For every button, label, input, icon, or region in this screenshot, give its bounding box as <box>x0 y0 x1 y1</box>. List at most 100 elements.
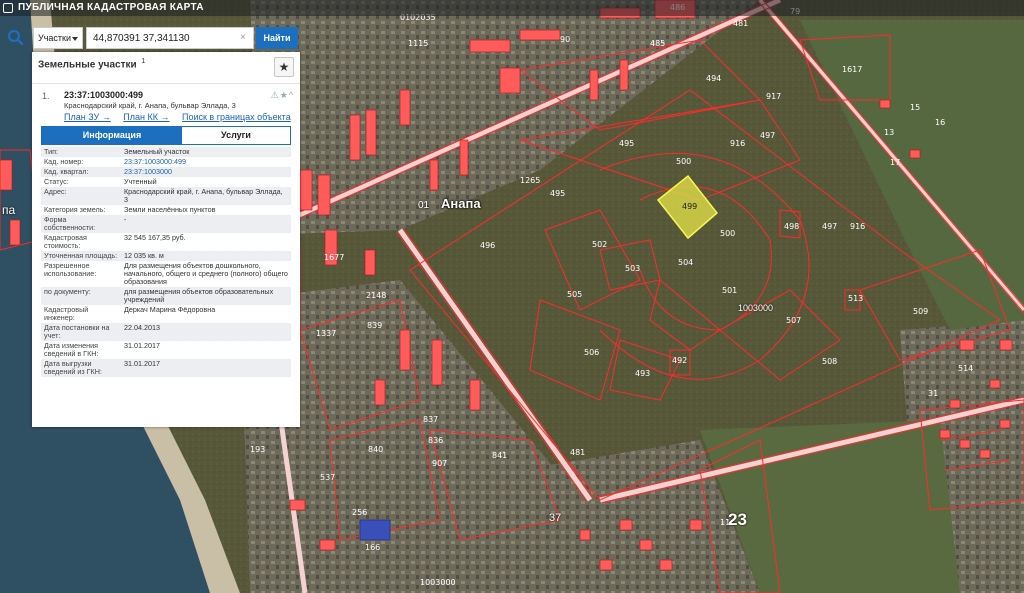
link-plan-zu[interactable]: План ЗУ → <box>64 112 111 122</box>
property-row: Форма собственности: - <box>41 215 291 233</box>
svg-text:907: 907 <box>432 459 447 468</box>
property-key: Уточненная площадь: <box>41 251 121 261</box>
property-row: Разрешенное использование: Для размещения… <box>41 261 291 287</box>
property-key: Форма собственности: <box>41 215 121 233</box>
svg-text:502: 502 <box>592 240 607 249</box>
property-value: Земельный участок <box>121 147 291 157</box>
svg-text:497: 497 <box>760 131 775 140</box>
svg-text:497: 497 <box>822 222 837 231</box>
svg-text:16: 16 <box>935 118 945 127</box>
svg-text:513: 513 <box>848 294 863 303</box>
link-plan-kk[interactable]: План КК → <box>123 112 169 122</box>
chevron-down-icon <box>72 37 78 41</box>
svg-text:495: 495 <box>619 139 634 148</box>
map-block-label: 1003000 <box>738 303 774 313</box>
property-row: Тип: Земельный участок <box>41 147 291 157</box>
svg-text:514: 514 <box>958 364 973 373</box>
property-row: Дата постановки на учет: 22.04.2013 <box>41 323 291 341</box>
search-button[interactable]: Найти <box>256 27 298 49</box>
map-district-23-label: 23 <box>728 510 747 529</box>
svg-text:841: 841 <box>492 451 507 460</box>
property-key: Адрес: <box>41 187 121 205</box>
property-row: Дата изменения сведений в ГКН: 31.01.2017 <box>41 341 291 359</box>
svg-text:1265: 1265 <box>520 176 540 185</box>
svg-text:537: 537 <box>320 473 335 482</box>
svg-text:2148: 2148 <box>366 291 386 300</box>
svg-text:509: 509 <box>913 307 928 316</box>
result-index: 1. <box>42 91 50 101</box>
app-logo-icon <box>3 3 13 13</box>
property-row: Статус: Учтенный <box>41 177 291 187</box>
map-city-label: Анапа <box>441 196 481 211</box>
result-count: 1 <box>141 58 146 65</box>
clear-icon[interactable]: × <box>240 32 246 43</box>
svg-text:481: 481 <box>733 19 748 28</box>
property-key: Кадастровый инженер: <box>41 305 121 323</box>
svg-text:485: 485 <box>650 39 665 48</box>
svg-text:17: 17 <box>890 158 900 167</box>
map-district-37-label: 37 <box>549 512 562 524</box>
property-row: Кадастровый инженер: Деркач Марина Фёдоро… <box>41 305 291 323</box>
svg-text:917: 917 <box>766 92 781 101</box>
result-cadastral-number[interactable]: 23:37:1003000:499 <box>64 90 143 100</box>
svg-text:15: 15 <box>910 103 920 112</box>
svg-text:496: 496 <box>480 241 495 250</box>
svg-text:1677: 1677 <box>324 253 344 262</box>
property-value: Учтенный <box>121 177 291 187</box>
property-row: Уточненная площадь: 12 035 кв. м <box>41 251 291 261</box>
property-value: Краснодарский край, г. Анапа, бульвар Эл… <box>121 187 291 205</box>
property-key: Кад. квартал: <box>41 167 121 177</box>
search-type-select[interactable]: Участки <box>33 27 83 49</box>
result-address: Краснодарский край, г. Анапа, бульвар Эл… <box>64 101 236 110</box>
property-value[interactable]: 23:37:1003000:499 <box>121 157 291 167</box>
property-key: Дата выгрузки сведений из ГКН: <box>41 359 121 377</box>
properties-table: Тип: Земельный участок Кад. номер: 23:37:10… <box>41 147 291 377</box>
property-key: Статус: <box>41 177 121 187</box>
property-key: по документу: <box>41 287 121 305</box>
panel-title: Земельные участки 1 <box>38 58 145 70</box>
svg-text:507: 507 <box>786 316 801 325</box>
svg-text:916: 916 <box>850 222 865 231</box>
property-row: Кадастровая стоимость: 32 545 167,35 руб. <box>41 233 291 251</box>
svg-text:498: 498 <box>784 222 799 231</box>
svg-text:505: 505 <box>567 290 582 299</box>
svg-text:506: 506 <box>584 348 599 357</box>
property-value: Деркач Марина Фёдоровна <box>121 305 291 323</box>
svg-text:504: 504 <box>678 258 693 267</box>
svg-text:500: 500 <box>676 157 691 166</box>
svg-text:493: 493 <box>635 369 650 378</box>
search-icon[interactable] <box>3 26 29 50</box>
result-tools-icons[interactable]: ⚠★^ <box>271 90 294 101</box>
svg-text:495: 495 <box>550 189 565 198</box>
tab-information[interactable]: Информация <box>42 127 182 144</box>
svg-text:481: 481 <box>570 448 585 457</box>
panel-title-text: Земельные участки <box>38 59 137 71</box>
map-city-label-left: па <box>2 203 16 217</box>
svg-text:1617: 1617 <box>842 65 862 74</box>
property-key: Кад. номер: <box>41 157 121 167</box>
property-row: Категория земель: Земли населённых пункто… <box>41 205 291 215</box>
svg-text:840: 840 <box>368 445 383 454</box>
svg-text:492: 492 <box>672 356 687 365</box>
property-value: Земли населённых пунктов <box>121 205 291 215</box>
svg-text:1115: 1115 <box>408 39 428 48</box>
svg-text:1003000: 1003000 <box>420 578 456 587</box>
property-row: Дата выгрузки сведений из ГКН: 31.01.2017 <box>41 359 291 377</box>
property-row: Кад. квартал: 23:37:1003000 <box>41 167 291 177</box>
svg-text:256: 256 <box>352 508 367 517</box>
property-value: для размещения объектов образовательных … <box>121 287 291 305</box>
property-value: 31.01.2017 <box>121 359 291 377</box>
property-key: Тип: <box>41 147 121 157</box>
bookmark-button[interactable]: ★ <box>274 57 294 77</box>
svg-text:837: 837 <box>423 415 438 424</box>
search-input[interactable] <box>86 27 254 49</box>
svg-text:193: 193 <box>250 445 265 454</box>
panel-header: Земельные участки 1 ★ <box>32 52 300 84</box>
tab-services[interactable]: Услуги <box>182 127 290 144</box>
property-key: Дата изменения сведений в ГКН: <box>41 341 121 359</box>
property-key: Дата постановки на учет: <box>41 323 121 341</box>
search-type-label: Участки <box>38 33 71 43</box>
property-row: Кад. номер: 23:37:1003000:499 <box>41 157 291 167</box>
property-value[interactable]: 23:37:1003000 <box>121 167 291 177</box>
svg-text:836: 836 <box>428 436 443 445</box>
